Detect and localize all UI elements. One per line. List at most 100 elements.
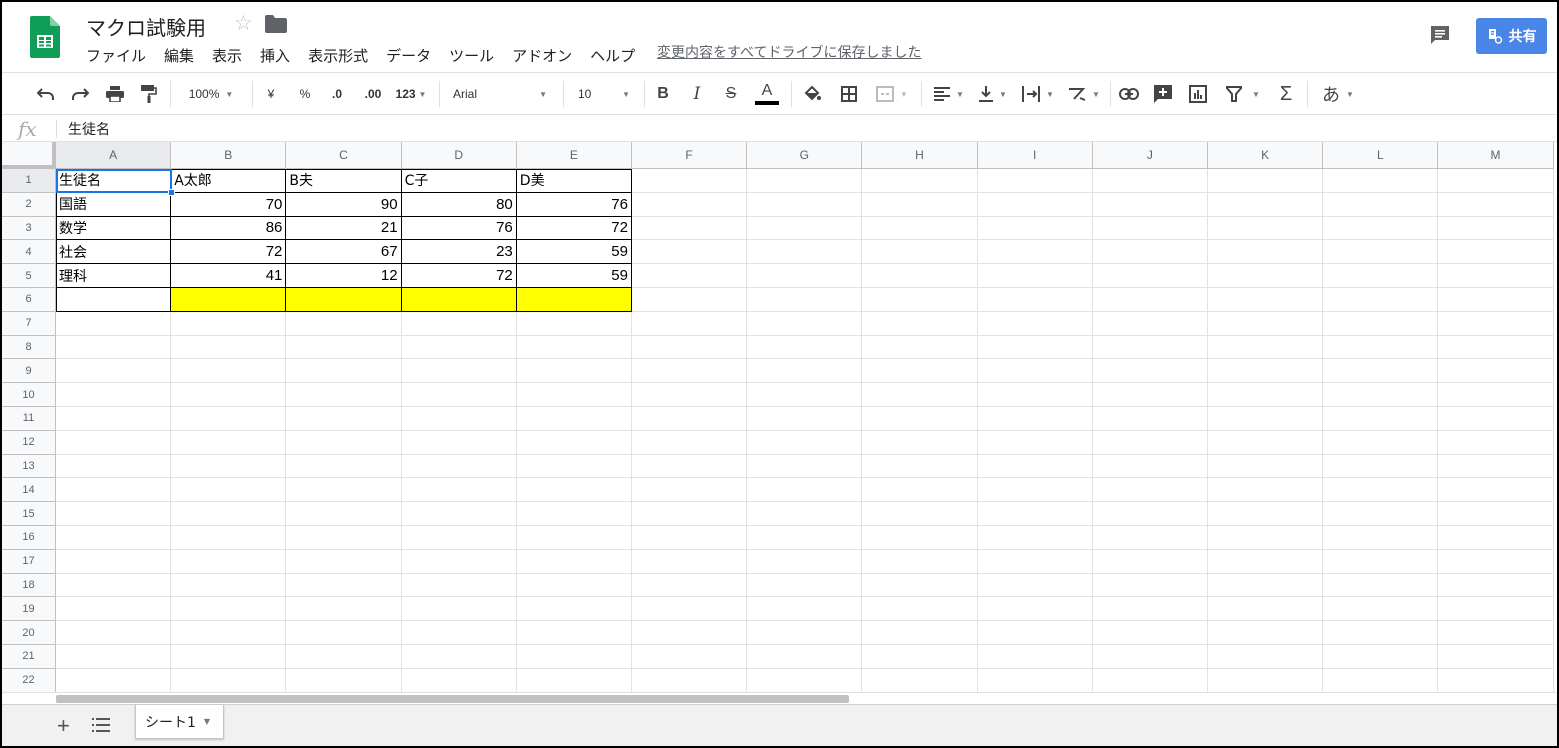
row-header-21[interactable]: 21 (2, 645, 56, 669)
cell-j13[interactable] (1092, 454, 1208, 479)
menu-format[interactable]: 表示形式 (308, 45, 368, 66)
column-header-c[interactable]: C (286, 142, 402, 169)
row-header-8[interactable]: 8 (2, 335, 56, 360)
cell-l5[interactable] (1323, 264, 1439, 288)
cell-i2[interactable] (977, 192, 1093, 217)
cell-l12[interactable] (1323, 430, 1439, 455)
insert-link-icon[interactable] (1117, 73, 1141, 115)
cell-f11[interactable] (632, 407, 748, 431)
cell-l8[interactable] (1323, 335, 1439, 360)
cell-f15[interactable] (632, 502, 748, 526)
cell-j19[interactable] (1092, 597, 1208, 622)
menu-file[interactable]: ファイル (86, 45, 146, 66)
cell-b1[interactable]: A太郎 (171, 169, 287, 193)
cell-b22[interactable] (171, 668, 287, 692)
cell-l4[interactable] (1323, 240, 1439, 265)
cell-j6[interactable] (1092, 288, 1208, 312)
cell-a17[interactable] (56, 549, 172, 574)
cell-g5[interactable] (747, 264, 863, 288)
cell-b11[interactable] (171, 407, 287, 431)
cell-c15[interactable] (286, 502, 402, 526)
row-header-9[interactable]: 9 (2, 359, 56, 384)
cell-b2[interactable]: 70 (171, 192, 287, 217)
cell-g16[interactable] (747, 526, 863, 550)
cell-m2[interactable] (1438, 192, 1554, 217)
cell-d18[interactable] (401, 573, 517, 598)
cell-e12[interactable] (516, 430, 632, 455)
cell-l21[interactable] (1323, 645, 1439, 669)
cell-i9[interactable] (977, 359, 1093, 384)
cell-d16[interactable] (401, 526, 517, 550)
merge-cells-icon[interactable]: ▼ (870, 73, 914, 115)
cell-m18[interactable] (1438, 573, 1554, 598)
cell-e10[interactable] (516, 383, 632, 407)
cell-a4[interactable]: 社会 (56, 240, 172, 265)
paint-format-icon[interactable] (137, 73, 161, 115)
horizontal-scrollbar[interactable] (2, 692, 1557, 704)
cell-i22[interactable] (977, 668, 1093, 692)
cell-k20[interactable] (1208, 621, 1324, 645)
bold-button[interactable]: B (652, 73, 674, 115)
cell-h5[interactable] (862, 264, 978, 288)
column-header-m[interactable]: M (1438, 142, 1554, 169)
increase-decimal-button[interactable]: .00 (358, 73, 388, 115)
cell-a20[interactable] (56, 621, 172, 645)
cell-m16[interactable] (1438, 526, 1554, 550)
cell-k1[interactable] (1208, 169, 1324, 193)
cell-b9[interactable] (171, 359, 287, 384)
cell-j15[interactable] (1092, 502, 1208, 526)
cell-e6[interactable] (516, 288, 632, 312)
cell-h8[interactable] (862, 335, 978, 360)
cell-c20[interactable] (286, 621, 402, 645)
cell-a16[interactable] (56, 526, 172, 550)
cell-e21[interactable] (516, 645, 632, 669)
cell-m13[interactable] (1438, 454, 1554, 479)
cell-j12[interactable] (1092, 430, 1208, 455)
cell-i8[interactable] (977, 335, 1093, 360)
cell-i18[interactable] (977, 573, 1093, 598)
cell-h20[interactable] (862, 621, 978, 645)
cell-l20[interactable] (1323, 621, 1439, 645)
cell-a15[interactable] (56, 502, 172, 526)
cell-g19[interactable] (747, 597, 863, 622)
star-icon[interactable]: ☆ (234, 11, 253, 36)
row-header-22[interactable]: 22 (2, 668, 56, 692)
cell-d1[interactable]: C子 (401, 169, 517, 193)
cell-l1[interactable] (1323, 169, 1439, 193)
cell-m20[interactable] (1438, 621, 1554, 645)
cell-d2[interactable]: 80 (401, 192, 517, 217)
cell-m19[interactable] (1438, 597, 1554, 622)
row-header-17[interactable]: 17 (2, 549, 56, 574)
cell-d20[interactable] (401, 621, 517, 645)
menu-help[interactable]: ヘルプ (590, 45, 635, 66)
cell-f19[interactable] (632, 597, 748, 622)
cell-e5[interactable]: 59 (516, 264, 632, 288)
cell-h14[interactable] (862, 478, 978, 503)
cell-b17[interactable] (171, 549, 287, 574)
row-header-3[interactable]: 3 (2, 216, 56, 241)
cell-c10[interactable] (286, 383, 402, 407)
cell-h22[interactable] (862, 668, 978, 692)
cell-i20[interactable] (977, 621, 1093, 645)
cell-l10[interactable] (1323, 383, 1439, 407)
cell-d7[interactable] (401, 311, 517, 336)
cell-j1[interactable] (1092, 169, 1208, 193)
cell-k17[interactable] (1208, 549, 1324, 574)
cell-h16[interactable] (862, 526, 978, 550)
column-header-k[interactable]: K (1208, 142, 1324, 169)
text-wrapping-icon[interactable]: ▼ (1018, 73, 1058, 115)
cell-h18[interactable] (862, 573, 978, 598)
cell-c6[interactable] (286, 288, 402, 312)
cell-j4[interactable] (1092, 240, 1208, 265)
cell-e18[interactable] (516, 573, 632, 598)
cell-m12[interactable] (1438, 430, 1554, 455)
cell-g1[interactable] (747, 169, 863, 193)
cell-h4[interactable] (862, 240, 978, 265)
cell-j18[interactable] (1092, 573, 1208, 598)
font-family-select[interactable]: Arial ▼ (447, 73, 553, 115)
cell-j5[interactable] (1092, 264, 1208, 288)
undo-icon[interactable] (34, 73, 58, 115)
currency-format-button[interactable]: ¥ (260, 73, 282, 115)
folder-icon[interactable] (265, 15, 287, 33)
cell-e1[interactable]: D美 (516, 169, 632, 193)
